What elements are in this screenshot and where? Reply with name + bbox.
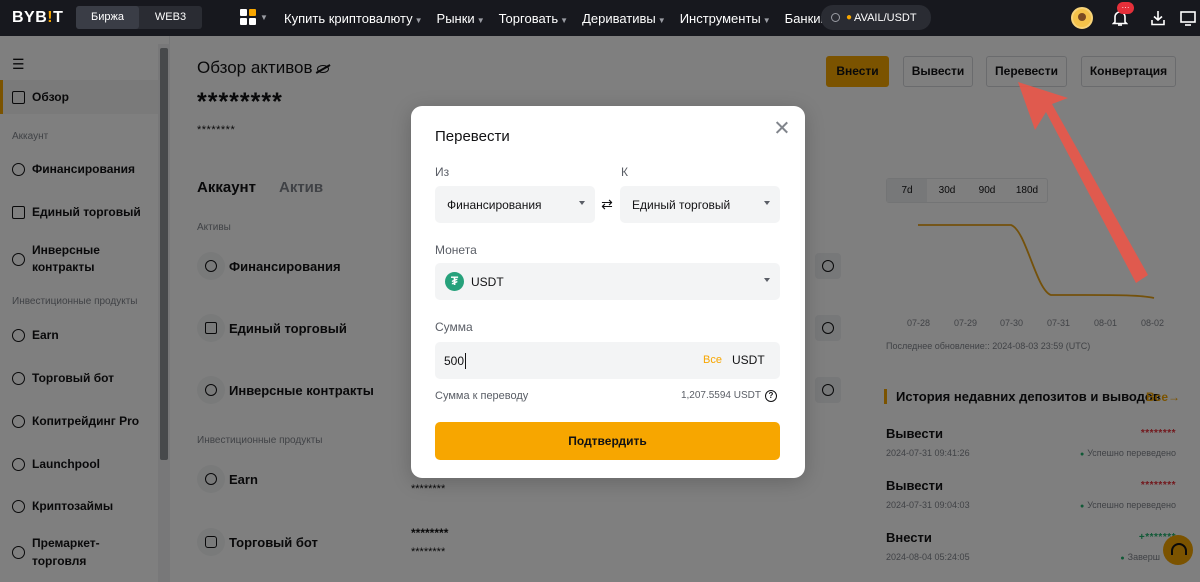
fire-icon: ●: [846, 12, 853, 23]
amount-input[interactable]: 500: [435, 342, 780, 379]
help-icon[interactable]: ?: [765, 390, 777, 402]
coin-label: Монета: [435, 243, 477, 257]
tab-exchange[interactable]: Биржа: [76, 6, 139, 29]
transferable-label: Сумма к переводу: [435, 390, 529, 402]
close-icon[interactable]: [774, 120, 790, 136]
tab-web3[interactable]: WEB3: [139, 6, 202, 29]
confirm-button[interactable]: Подтвердить: [435, 422, 780, 460]
to-account-select[interactable]: Единый торговый: [620, 186, 780, 223]
apps-grid-icon[interactable]: [240, 9, 258, 27]
amount-label: Сумма: [435, 320, 473, 334]
chevron-down-icon: ▼: [476, 15, 485, 25]
text-cursor: [465, 352, 467, 369]
amount-currency: USDT: [732, 353, 765, 367]
chevron-down-icon: [579, 201, 585, 205]
nav-derivatives[interactable]: Деривативы ▼: [582, 11, 666, 26]
from-label: Из: [435, 165, 450, 179]
search-suggestion: AVAIL/USDT: [854, 11, 917, 24]
nav-trade[interactable]: Торговать ▼: [499, 11, 568, 26]
monitor-icon[interactable]: [1179, 9, 1197, 27]
chevron-down-icon: ▼: [762, 15, 771, 25]
main-menu: Купить криптовалюту ▼ Рынки ▼ Торговать ▼ Д…: [284, 0, 856, 36]
search-icon: [831, 13, 840, 22]
download-icon[interactable]: [1150, 9, 1166, 27]
search-input[interactable]: ● AVAIL/USDT: [821, 5, 931, 30]
bybit-logo[interactable]: BYB!T: [12, 9, 63, 27]
chevron-down-icon: ▼: [657, 15, 666, 25]
nav-buy-crypto[interactable]: Купить криптовалюту ▼: [284, 11, 423, 26]
transfer-modal: Перевести Из К Финансирования ⇄ Единый т…: [411, 106, 805, 478]
chevron-down-icon: ▼: [560, 15, 569, 25]
top-navigation-bar: BYB!T Биржа WEB3 ▼ Купить криптовалюту ▼ …: [0, 0, 1200, 36]
chevron-down-icon: ▼: [260, 13, 268, 22]
max-amount-button[interactable]: Все: [703, 354, 722, 366]
notification-badge: ···: [1117, 2, 1134, 14]
chevron-down-icon: ▼: [414, 15, 423, 25]
chevron-down-icon: [764, 278, 770, 282]
nav-tools[interactable]: Инструменты ▼: [680, 11, 771, 26]
transferable-amount: 1,207.5594 USDT: [680, 390, 761, 401]
nav-markets[interactable]: Рынки ▼: [437, 11, 485, 26]
modal-title: Перевести: [435, 128, 510, 145]
avatar[interactable]: [1071, 7, 1093, 29]
usdt-icon: ₮: [445, 272, 464, 291]
to-label: К: [621, 165, 628, 179]
coin-select[interactable]: ₮ USDT: [435, 263, 780, 300]
platform-switch: Биржа WEB3: [76, 6, 202, 29]
swap-accounts-icon[interactable]: ⇄: [599, 196, 615, 212]
chevron-down-icon: [764, 201, 770, 205]
from-account-select[interactable]: Финансирования: [435, 186, 595, 223]
